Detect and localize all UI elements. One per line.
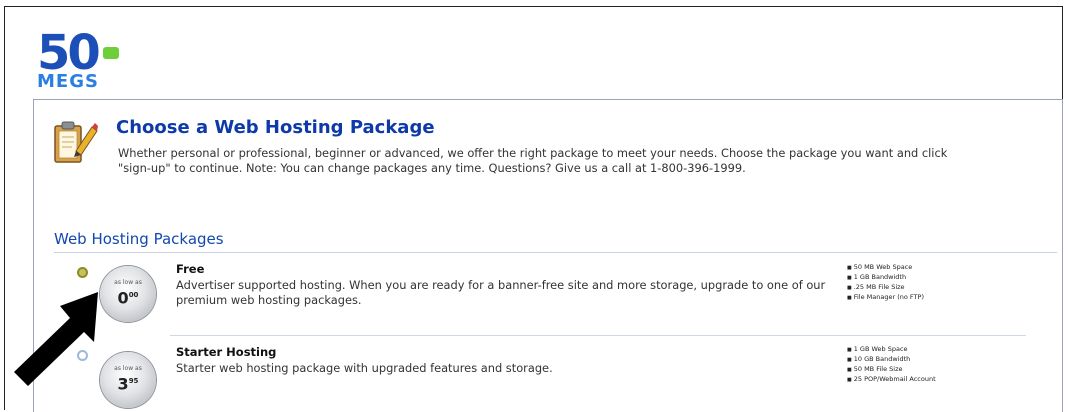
price-prefix: as low as (114, 365, 142, 372)
feature-item: 1 GB Bandwidth (847, 273, 924, 283)
package-radio-free[interactable] (77, 267, 88, 278)
feature-item: 1 GB Web Space (847, 345, 936, 355)
features-list-starter: 1 GB Web Space 10 GB Bandwidth 50 MB Fil… (847, 345, 936, 385)
package-desc-free: Advertiser supported hosting. When you a… (176, 278, 826, 307)
feature-item: 10 GB Bandwidth (847, 355, 936, 365)
price-cents: 00 (128, 291, 139, 299)
feature-item: File Manager (no FTP) (847, 293, 924, 303)
price-value: 395 (117, 374, 139, 394)
page-title: Choose a Web Hosting Package (116, 117, 435, 138)
feature-item: .25 MB File Size (847, 283, 924, 293)
section-title: Web Hosting Packages (54, 230, 224, 248)
package-name-free: Free (176, 262, 205, 276)
features-list-free: 50 MB Web Space 1 GB Bandwidth .25 MB Fi… (847, 263, 924, 303)
logo-sub: MEGS (37, 71, 99, 92)
section-divider (54, 252, 1057, 253)
site-logo[interactable]: 50 MEGS (37, 29, 127, 97)
feature-item: 50 MB Web Space (847, 263, 924, 273)
feature-item: 50 MB File Size (847, 365, 936, 375)
price-cents: 95 (128, 377, 139, 385)
price-badge-starter: as low as 395 (100, 352, 156, 408)
logo-dot (103, 47, 119, 59)
logo-number: 50 (37, 25, 101, 81)
package-desc-starter: Starter web hosting package with upgrade… (176, 361, 553, 375)
price-value: 000 (117, 288, 139, 308)
feature-item: 25 POP/Webmail Account (847, 375, 936, 385)
package-name-starter: Starter Hosting (176, 345, 277, 359)
package-divider (170, 335, 1026, 336)
arrow-pointer-icon (14, 292, 98, 386)
clipboard-pencil-icon (54, 121, 98, 163)
price-prefix: as low as (114, 279, 142, 286)
intro-text: Whether personal or professional, beginn… (118, 146, 948, 175)
price-badge-free: as low as 000 (100, 266, 156, 322)
